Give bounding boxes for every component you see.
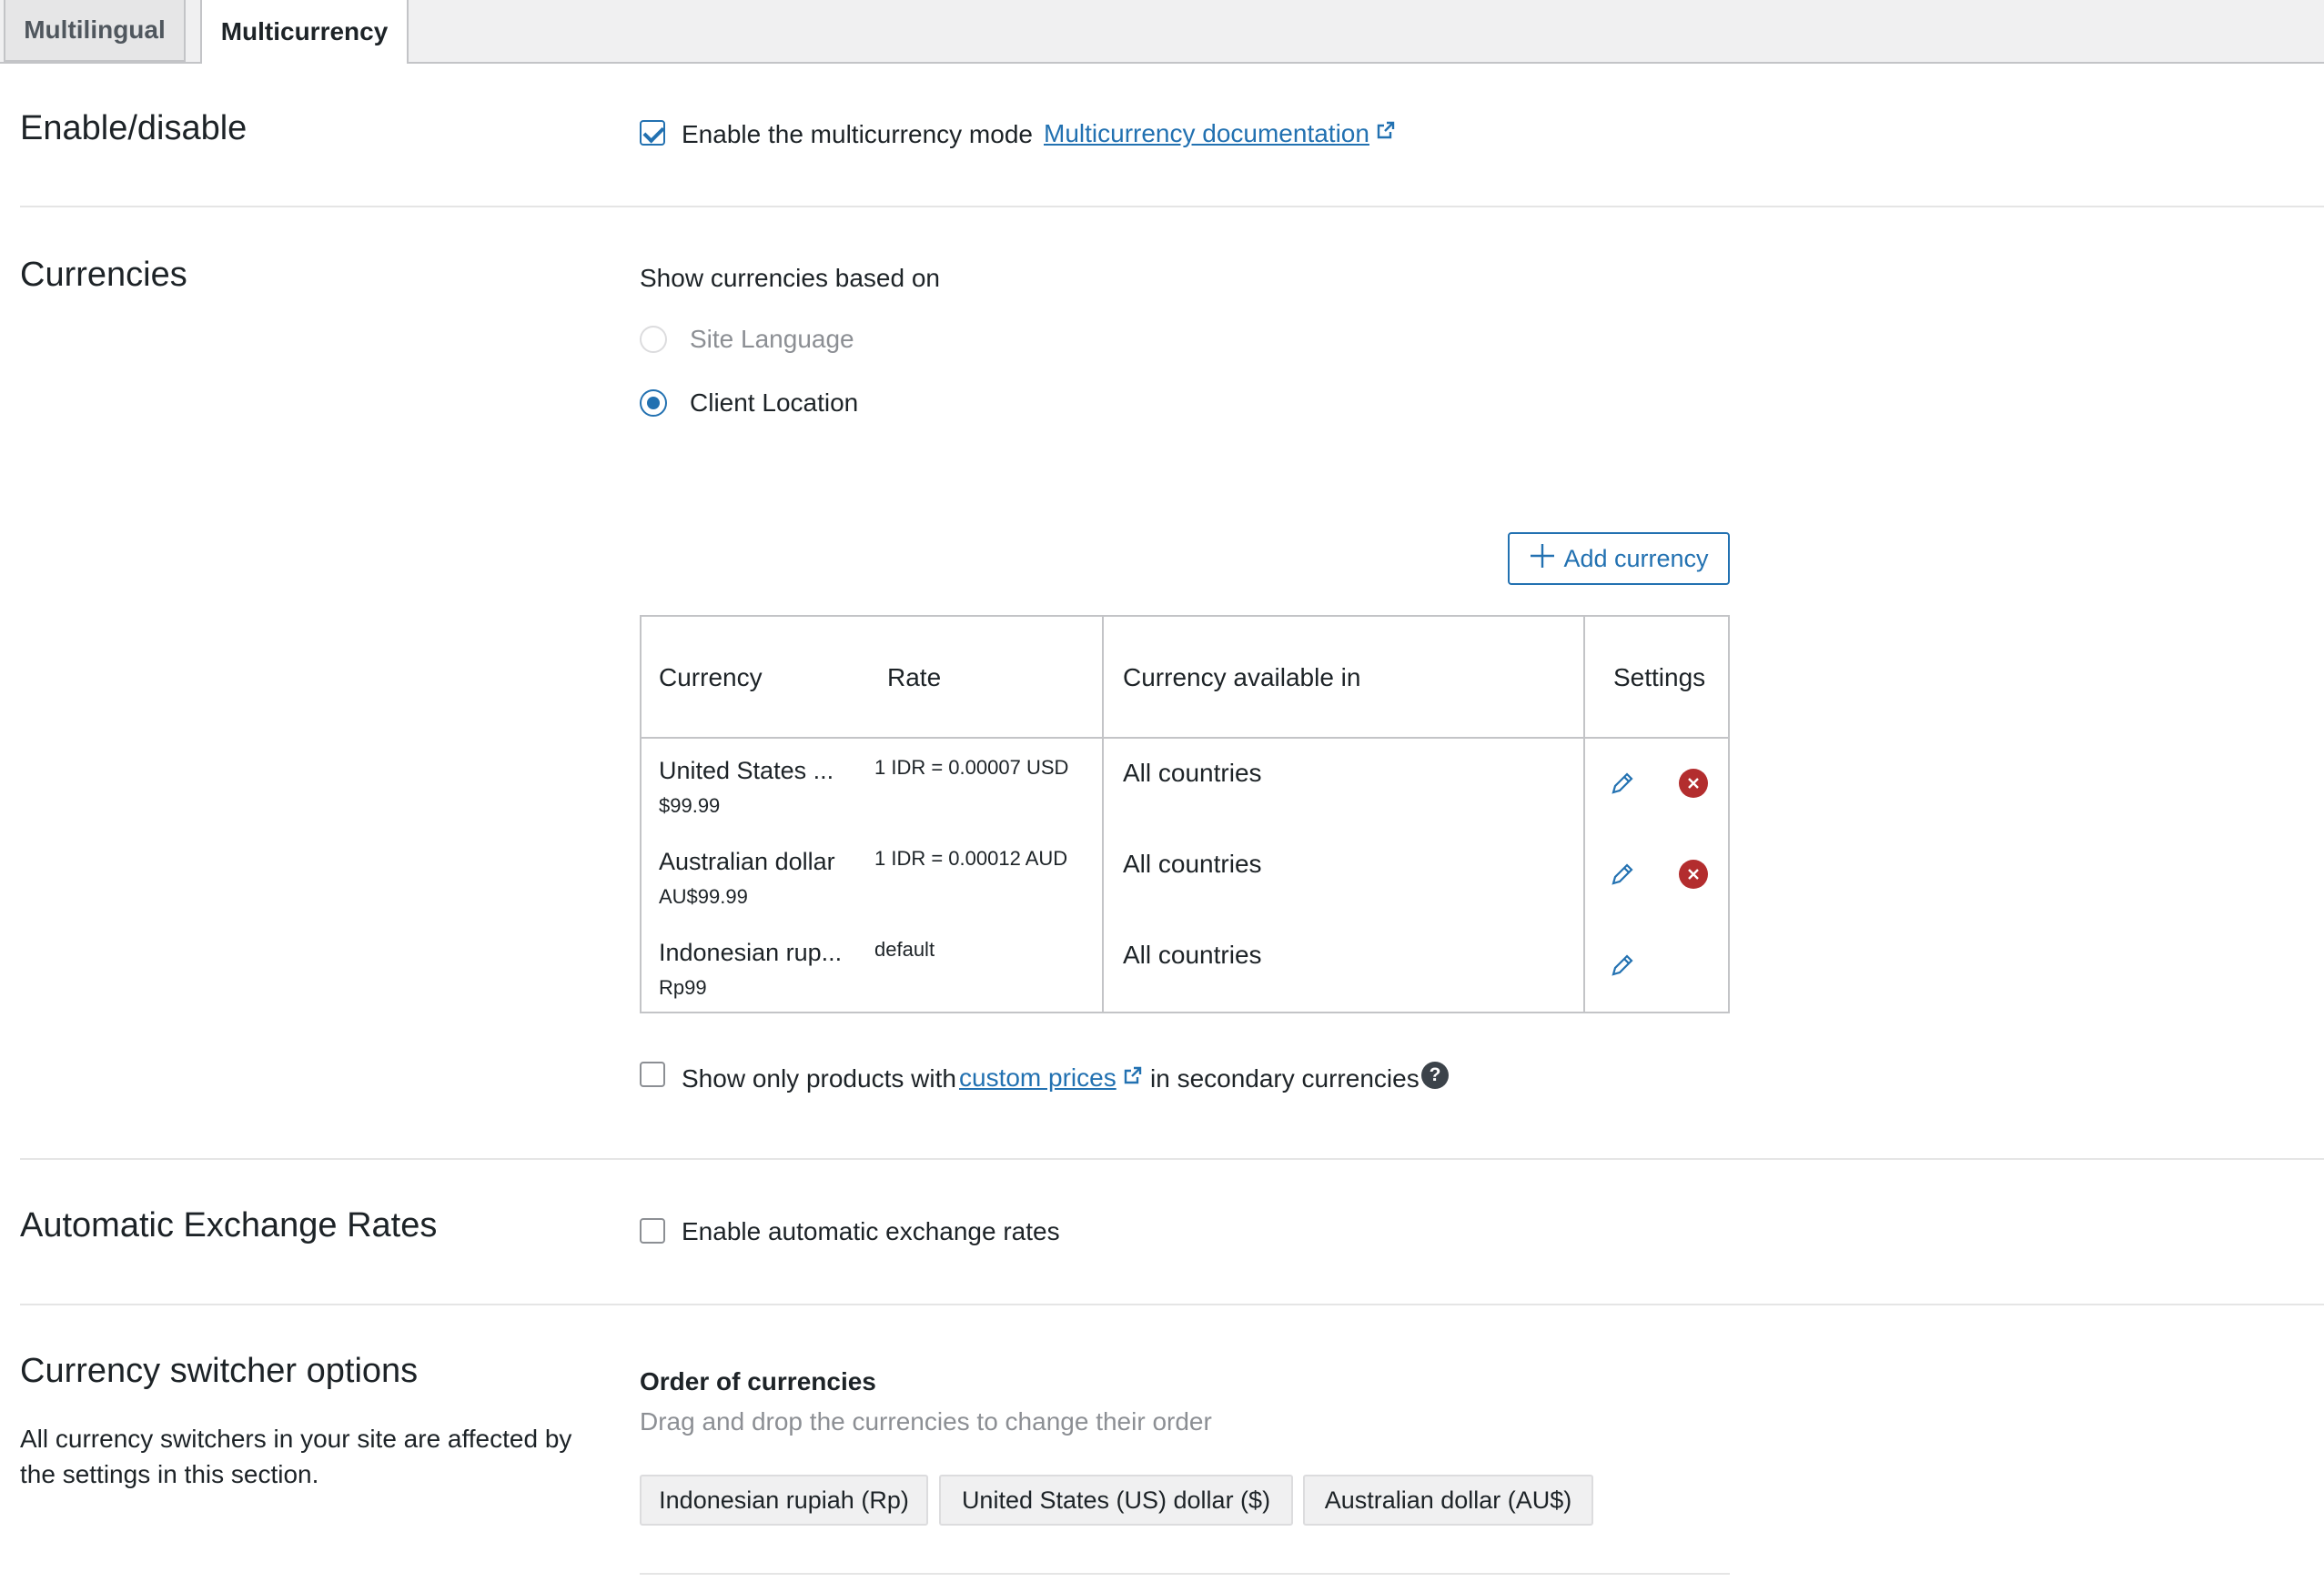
question-icon[interactable]: ?	[1421, 1062, 1449, 1089]
pencil-icon[interactable]	[1606, 767, 1639, 800]
header-rate: Rate	[887, 663, 942, 691]
table-row-available: All countries	[1123, 941, 1262, 969]
header-available-in: Currency available in	[1123, 663, 1361, 691]
add-currency-button[interactable]: Add currency	[1508, 532, 1730, 585]
table-row-currency-price: $99.99	[659, 794, 721, 817]
header-currency: Currency	[659, 663, 763, 691]
order-of-currencies-hint: Drag and drop the currencies to change t…	[640, 1407, 1212, 1436]
table-row-rate: 1 IDR = 0.00012 AUD	[874, 847, 1068, 870]
custom-prices-link[interactable]: custom prices	[959, 1063, 1117, 1093]
multicurrency-documentation-link[interactable]: Multicurrency documentation	[1044, 119, 1369, 148]
custom-prices-label-after: in secondary currencies	[1150, 1064, 1420, 1093]
plus-icon	[1529, 542, 1556, 576]
add-currency-label: Add currency	[1563, 544, 1709, 572]
pencil-icon[interactable]	[1606, 858, 1639, 891]
switcher-description-line1: All currency switchers in your site are …	[20, 1425, 572, 1453]
close-circle-icon[interactable]	[1677, 767, 1710, 800]
header-settings: Settings	[1613, 663, 1706, 691]
multicurrency-mode-checkbox[interactable]	[640, 120, 665, 146]
table-row-available: All countries	[1123, 759, 1262, 787]
tab-bar: Multilingual Multicurrency	[0, 0, 2324, 64]
section-title-switcher: Currency switcher options	[20, 1352, 419, 1390]
table-row-currency-name: Australian dollar	[659, 848, 835, 875]
external-link-icon[interactable]	[1376, 120, 1396, 145]
external-link-icon[interactable]	[1123, 1065, 1143, 1090]
table-row-available: All countries	[1123, 850, 1262, 878]
section-divider	[640, 1573, 1730, 1575]
table-divider	[1583, 615, 1585, 1013]
currency-order-item[interactable]: Indonesian rupiah (Rp)	[640, 1475, 928, 1526]
switcher-description-line2: the settings in this section.	[20, 1460, 319, 1488]
client-location-label: Client Location	[690, 388, 859, 417]
tab-multilingual[interactable]: Multilingual	[4, 0, 186, 62]
client-location-radio[interactable]	[640, 389, 667, 417]
table-row-rate: 1 IDR = 0.00007 USD	[874, 756, 1069, 779]
table-row-currency-price: AU$99.99	[659, 885, 748, 908]
table-header-divider	[640, 737, 1730, 739]
pencil-icon[interactable]	[1606, 949, 1639, 982]
custom-prices-checkbox[interactable]	[640, 1062, 665, 1087]
section-title-currencies: Currencies	[20, 256, 187, 294]
automatic-exchange-rates-checkbox[interactable]	[640, 1218, 665, 1244]
section-title-enable: Enable/disable	[20, 109, 248, 147]
section-divider	[20, 206, 2324, 207]
section-divider	[20, 1158, 2324, 1160]
site-language-radio[interactable]	[640, 326, 667, 353]
section-title-exchange-rates: Automatic Exchange Rates	[20, 1206, 438, 1244]
section-divider	[20, 1304, 2324, 1305]
currency-order-item[interactable]: United States (US) dollar ($)	[939, 1475, 1293, 1526]
table-row-currency-price: Rp99	[659, 976, 707, 999]
table-row-currency-name: Indonesian rup...	[659, 939, 843, 966]
table-row-currency-name: United States ...	[659, 757, 834, 784]
show-based-on-label: Show currencies based on	[640, 264, 940, 292]
automatic-exchange-rates-label: Enable automatic exchange rates	[682, 1217, 1060, 1245]
custom-prices-label-before: Show only products with	[682, 1064, 956, 1093]
table-divider	[1102, 615, 1104, 1013]
multicurrency-mode-label: Enable the multicurrency mode	[682, 120, 1033, 148]
currency-order-item[interactable]: Australian dollar (AU$)	[1303, 1475, 1593, 1526]
site-language-label: Site Language	[690, 325, 854, 353]
tab-multicurrency[interactable]: Multicurrency	[200, 0, 409, 64]
close-circle-icon[interactable]	[1677, 858, 1710, 891]
order-of-currencies-title: Order of currencies	[640, 1367, 876, 1396]
table-row-rate: default	[874, 938, 935, 961]
